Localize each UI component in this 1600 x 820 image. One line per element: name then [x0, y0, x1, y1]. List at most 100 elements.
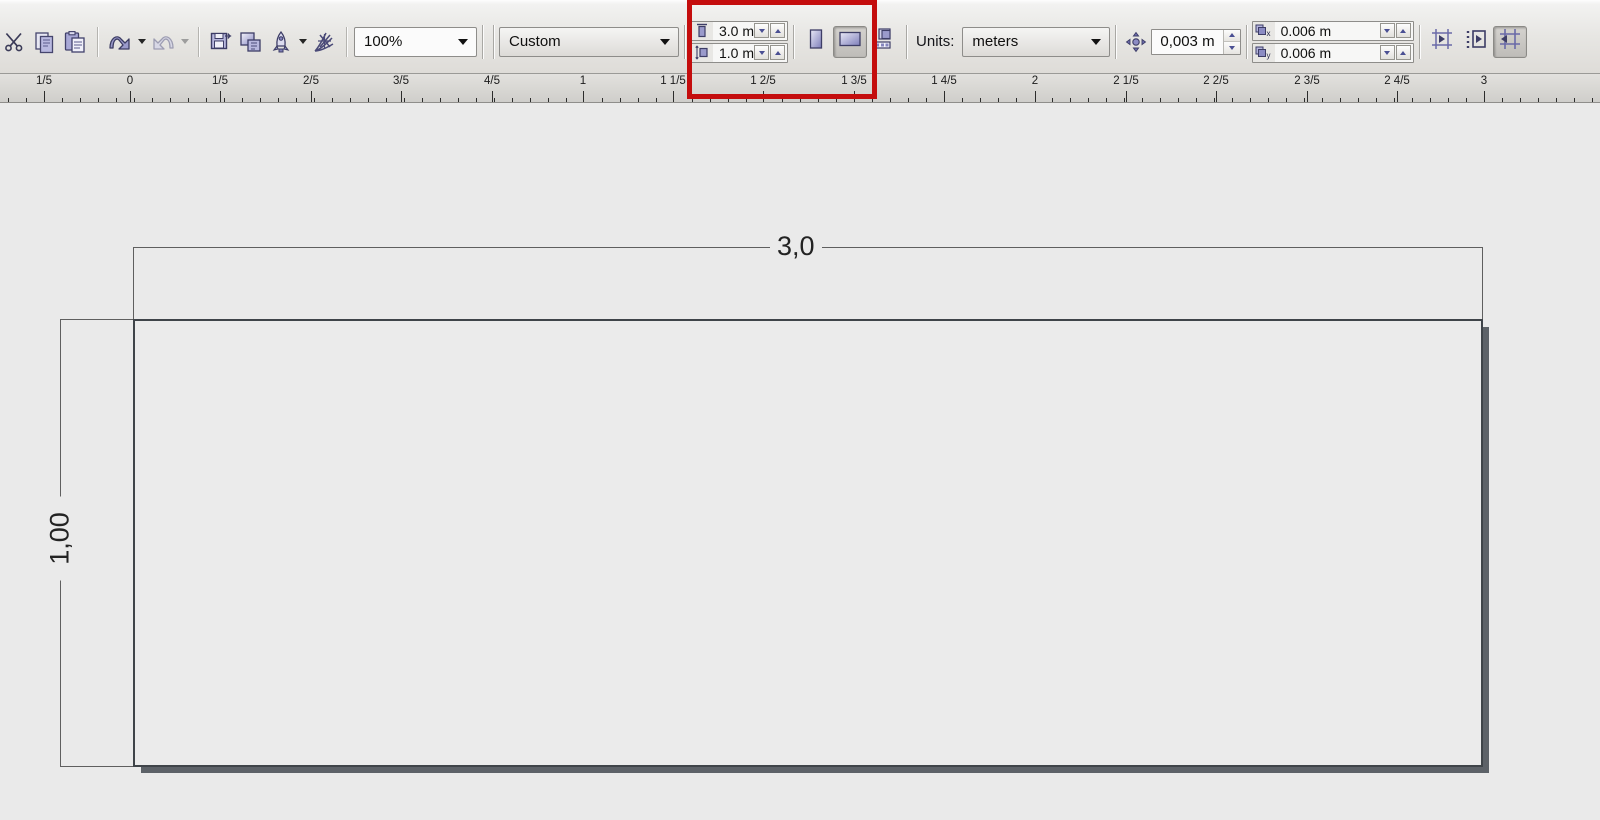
- orientation-portrait-button[interactable]: [799, 26, 833, 58]
- ruler-label: 1 4/5: [931, 75, 957, 87]
- redo-button[interactable]: [148, 27, 178, 57]
- ruler-minor-tick: [476, 98, 477, 102]
- offset-y-spinners: [1379, 45, 1413, 60]
- launch-dropdown-caret[interactable]: [296, 27, 309, 57]
- ruler-minor-tick: [1340, 98, 1341, 102]
- ruler-minor-tick: [458, 98, 459, 102]
- page-width-field[interactable]: 3.0 m: [690, 20, 789, 41]
- snap-distance-field[interactable]: 0,003 m: [1151, 28, 1241, 55]
- ruler-minor-tick: [224, 98, 225, 102]
- ruler-label: 2 1/5: [1113, 75, 1139, 87]
- ruler-minor-tick: [1376, 98, 1377, 102]
- snap-distance-spinners: [1222, 29, 1240, 54]
- ruler-major-tick: [583, 91, 584, 102]
- zoom-combo[interactable]: 100%: [354, 26, 477, 57]
- paste-button[interactable]: [60, 27, 90, 57]
- ruler-minor-tick: [296, 98, 297, 102]
- ruler-minor-tick: [368, 98, 369, 102]
- ruler-minor-tick: [1214, 98, 1215, 102]
- ruler-minor-tick: [728, 98, 729, 102]
- page-sheet[interactable]: [133, 319, 1483, 767]
- undo-dropdown-caret[interactable]: [135, 27, 148, 57]
- ruler-minor-tick: [1232, 98, 1233, 102]
- ruler-minor-tick: [80, 98, 81, 102]
- ruler-minor-tick: [566, 98, 567, 102]
- redo-dropdown-caret[interactable]: [178, 27, 191, 57]
- spinner-down-icon[interactable]: [1379, 23, 1395, 38]
- ruler-minor-tick: [656, 98, 657, 102]
- spinner-up-icon[interactable]: [1223, 29, 1240, 42]
- move-arrows-icon: [1125, 31, 1147, 53]
- ruler-label: 2 4/5: [1384, 75, 1410, 87]
- copy-icon: [33, 30, 57, 54]
- snap-to-guides-button[interactable]: [1459, 26, 1493, 58]
- page-height-field[interactable]: 1.0 m: [690, 42, 789, 63]
- effects-button[interactable]: [309, 27, 339, 57]
- page-width-value: 3.0 m: [719, 22, 755, 39]
- chevron-down-icon[interactable]: [450, 28, 476, 56]
- ruler-label: 2 2/5: [1203, 75, 1229, 87]
- spinner-up-icon[interactable]: [770, 23, 786, 38]
- undo-button[interactable]: [105, 27, 135, 57]
- page-width-spinners: [754, 23, 787, 38]
- ruler-major-tick: [311, 91, 312, 102]
- drawing-canvas[interactable]: 3,0 1,00: [0, 103, 1600, 820]
- ruler-minor-tick: [1412, 98, 1413, 102]
- ruler-minor-tick: [1196, 98, 1197, 102]
- ruler-minor-tick: [422, 98, 423, 102]
- ruler-minor-tick: [926, 98, 927, 102]
- ruler-minor-tick: [494, 98, 495, 102]
- ruler-minor-tick: [1250, 98, 1251, 102]
- ruler-minor-tick: [1520, 98, 1521, 102]
- chevron-down-icon[interactable]: [1083, 28, 1109, 56]
- spinner-up-icon[interactable]: [1395, 45, 1411, 60]
- ruler-minor-tick: [1070, 98, 1071, 102]
- ruler-label: 4/5: [484, 75, 500, 87]
- export-button[interactable]: [236, 27, 266, 57]
- spinner-up-icon[interactable]: [1395, 23, 1411, 38]
- orientation-landscape-button[interactable]: [833, 25, 868, 58]
- duplicate-offset-x-field[interactable]: x 0.006 m: [1251, 20, 1414, 41]
- ruler-major-tick: [1126, 91, 1127, 102]
- ruler-minor-tick: [278, 98, 279, 102]
- ruler-minor-tick: [1448, 98, 1449, 102]
- ruler-minor-tick: [1592, 98, 1593, 102]
- spinner-up-icon[interactable]: [770, 45, 786, 60]
- ruler-label: 0: [126, 75, 134, 87]
- page-size-fields: 3.0 m 1.0 m: [690, 20, 789, 63]
- page-preset-combo[interactable]: Custom: [499, 26, 679, 57]
- redo-icon: [150, 30, 176, 54]
- duplicate-offset-y-field[interactable]: y 0.006 m: [1251, 42, 1414, 63]
- copy-button[interactable]: [30, 27, 60, 57]
- units-combo[interactable]: meters: [962, 26, 1111, 57]
- main-toolbar: 100% Custom 3.0 m 1.0 m Units: meters 0,…: [0, 0, 1600, 74]
- spinner-down-icon[interactable]: [1379, 45, 1395, 60]
- ruler-major-tick: [1484, 91, 1485, 102]
- page-height-icon: [691, 43, 713, 62]
- svg-text:x: x: [1266, 29, 1270, 38]
- ruler-minor-tick: [1358, 98, 1359, 102]
- horizontal-ruler[interactable]: 1/5 0 1/5 2/5 3/5 4/5 1 1 1/5 1 2/5 1 3/5 1 4/5 2 2 …: [0, 74, 1600, 103]
- spinner-down-icon[interactable]: [1223, 41, 1240, 54]
- ruler-minor-tick: [134, 98, 135, 102]
- ruler-major-tick: [220, 91, 221, 102]
- ruler-minor-tick: [1052, 98, 1053, 102]
- export-icon: [239, 30, 263, 54]
- height-dimension-tick-bottom: [60, 766, 133, 767]
- toolbar-separator: [684, 24, 685, 59]
- chevron-down-icon[interactable]: [652, 28, 678, 56]
- launch-button[interactable]: [266, 27, 296, 57]
- snap-to-objects-button[interactable]: [1492, 25, 1527, 58]
- ruler-minor-tick: [440, 98, 441, 102]
- toolbar-separator: [1115, 24, 1117, 59]
- fit-page-button[interactable]: [867, 26, 901, 58]
- ruler-label: 1: [579, 75, 587, 87]
- save-as-button[interactable]: [206, 27, 236, 57]
- cut-button[interactable]: [0, 27, 30, 57]
- ruler-minor-tick: [1574, 98, 1575, 102]
- spinner-down-icon[interactable]: [754, 23, 770, 38]
- units-label: Units:: [916, 33, 955, 50]
- spinner-down-icon[interactable]: [754, 45, 770, 60]
- ruler-minor-tick: [152, 98, 153, 102]
- snap-to-grid-button[interactable]: [1425, 26, 1459, 58]
